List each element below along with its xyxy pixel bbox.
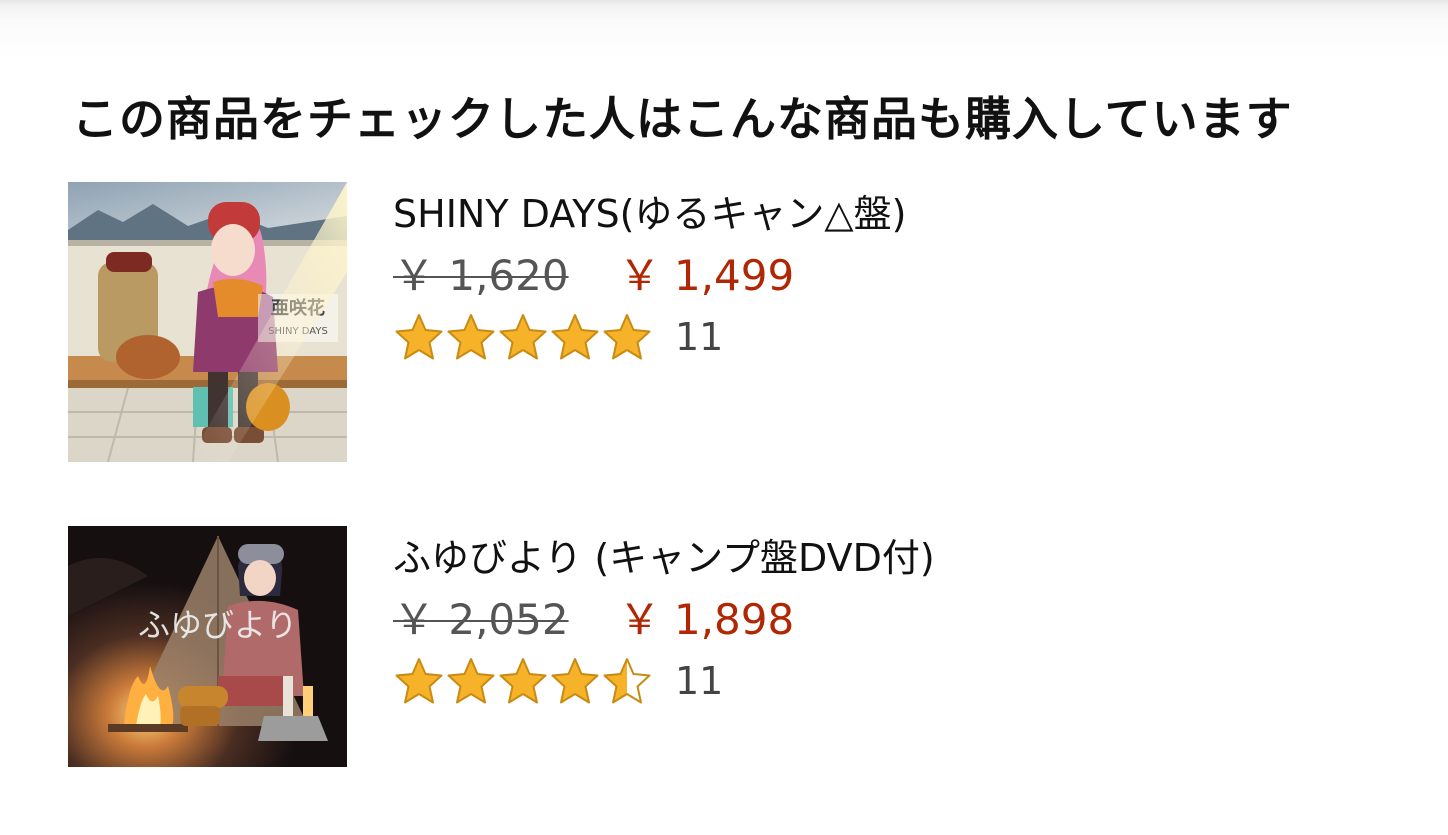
album-cover-fuyubiyori-icon: ふゆびより: [68, 526, 347, 767]
star-full-icon: [395, 658, 443, 704]
rating-count[interactable]: 11: [675, 659, 723, 703]
album-cover-shiny-days-icon: 亜咲花 SHINY DAYS: [68, 182, 347, 462]
star-full-icon: [551, 314, 599, 360]
product-thumbnail[interactable]: 亜咲花 SHINY DAYS: [68, 182, 347, 462]
product-item[interactable]: 亜咲花 SHINY DAYS SHINY DAYS(ゆるキャン△盤) ￥ 1,6…: [68, 182, 1408, 462]
star-full-icon: [395, 314, 443, 360]
star-rating: [393, 656, 653, 706]
star-full-icon: [499, 314, 547, 360]
sale-price: ￥ 1,499: [618, 251, 795, 300]
rating-count[interactable]: 11: [675, 315, 723, 359]
section-title: この商品をチェックした人はこんな商品も購入しています: [72, 92, 1293, 146]
product-item[interactable]: ふゆびより ふゆびより (キャンプ盤DVD付) ￥ 2,052 ￥ 1,898 1…: [68, 526, 1408, 767]
cover-logo: ふゆびより: [138, 606, 297, 644]
product-title[interactable]: ふゆびより (キャンプ盤DVD付): [393, 530, 935, 586]
star-full-icon: [551, 658, 599, 704]
sale-price: ￥ 1,898: [618, 595, 795, 644]
price-row: ￥ 1,620 ￥ 1,499: [393, 244, 906, 308]
star-full-icon: [447, 314, 495, 360]
star-rating: [393, 312, 653, 362]
star-full-icon: [447, 658, 495, 704]
product-thumbnail[interactable]: ふゆびより: [68, 526, 347, 767]
price-row: ￥ 2,052 ￥ 1,898: [393, 588, 935, 652]
list-price: ￥ 1,620: [393, 251, 569, 300]
rating-row[interactable]: 11: [393, 312, 906, 362]
rating-row[interactable]: 11: [393, 656, 935, 706]
product-title[interactable]: SHINY DAYS(ゆるキャン△盤): [393, 186, 906, 242]
list-price: ￥ 2,052: [393, 595, 569, 644]
star-full-icon: [499, 658, 547, 704]
star-full-icon: [603, 314, 651, 360]
star-half-icon: [603, 658, 651, 704]
top-shadow: [0, 0, 1448, 60]
